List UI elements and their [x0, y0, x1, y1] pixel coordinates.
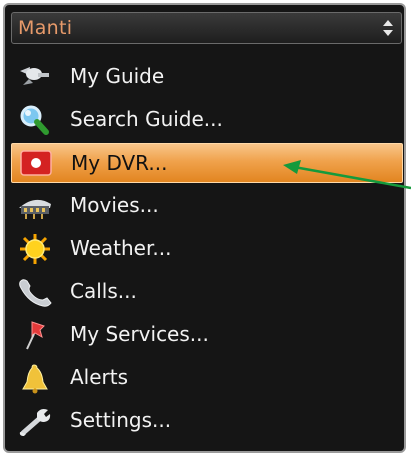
menu-item-weather[interactable]: Weather...: [11, 229, 403, 269]
wrench-icon: [17, 405, 53, 437]
menu-item-settings[interactable]: Settings...: [11, 401, 403, 441]
menu-item-label: My DVR...: [71, 151, 168, 175]
menu-item-label: Search Guide...: [70, 107, 223, 131]
menu-item-label: My Services...: [70, 322, 209, 346]
menu-item-label: Weather...: [70, 236, 172, 260]
bell-icon: [17, 362, 53, 394]
menu-item-search-guide[interactable]: Search Guide...: [11, 100, 403, 140]
menu-item-alerts[interactable]: Alerts: [11, 358, 403, 398]
menu-item-my-dvr[interactable]: My DVR...: [11, 143, 403, 183]
record-button-icon: [18, 148, 54, 180]
menu-item-label: Calls...: [70, 279, 137, 303]
menu-item-label: Settings...: [70, 408, 172, 432]
film-reel-icon: [17, 190, 53, 222]
menu-item-calls[interactable]: Calls...: [11, 272, 403, 312]
menu-item-label: Alerts: [70, 365, 129, 389]
menu-header-title: Manti: [18, 17, 73, 39]
menu-item-label: My Guide: [70, 64, 165, 88]
menu-item-movies[interactable]: Movies...: [11, 186, 403, 226]
menu-item-my-services[interactable]: My Services...: [11, 315, 403, 355]
sun-icon: [17, 233, 53, 265]
menu-item-label: Movies...: [70, 193, 159, 217]
main-menu-panel: Manti My Guide Search Guide... My DVR...…: [3, 3, 406, 453]
menu-item-my-guide[interactable]: My Guide: [11, 57, 403, 97]
pushpin-icon: [17, 319, 53, 351]
up-down-arrows-icon[interactable]: [382, 18, 394, 38]
menu-header-dropdown[interactable]: Manti: [11, 12, 402, 44]
satellite-icon: [17, 61, 53, 93]
magnifier-icon: [17, 104, 53, 136]
phone-handset-icon: [17, 276, 53, 308]
